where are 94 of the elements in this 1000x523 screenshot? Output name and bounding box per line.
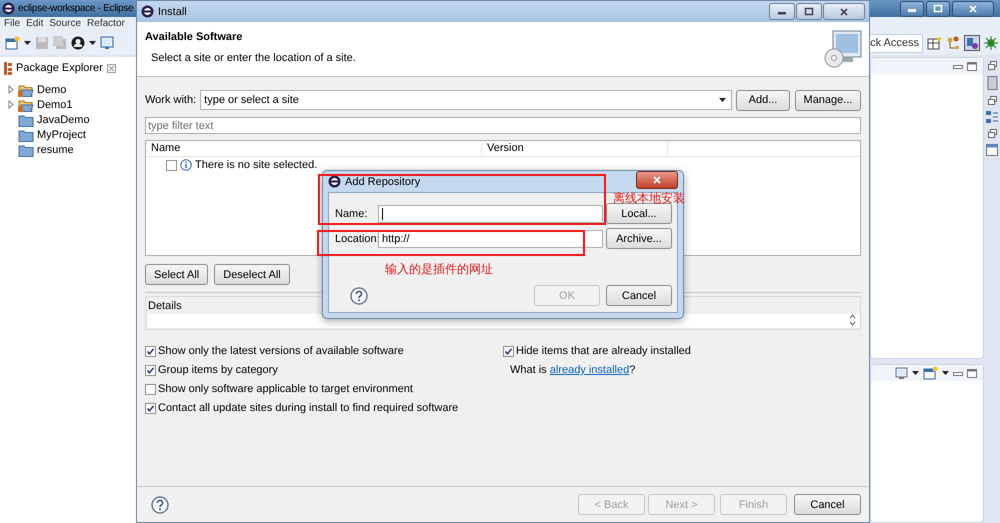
cancel-button[interactable]: Cancel [794, 494, 861, 515]
help-icon[interactable] [151, 496, 169, 514]
close-button[interactable] [636, 170, 678, 188]
deselect-all-button[interactable]: Deselect All [214, 264, 290, 285]
minimize-icon[interactable] [953, 370, 963, 376]
column-header[interactable]: Version [482, 141, 668, 156]
restore-icon [933, 4, 943, 13]
view-tab-title[interactable]: Package Explorer [16, 62, 103, 74]
package-explorer-icon [4, 62, 12, 74]
close-button[interactable] [823, 3, 865, 20]
annotation-text: 输入的是插件的网址 [385, 261, 493, 278]
install-monitor-icon [823, 28, 863, 68]
maximize-button[interactable] [796, 3, 822, 20]
checkbox[interactable] [145, 402, 156, 414]
column-header[interactable]: Name [146, 141, 482, 156]
tree-item[interactable]: JavaDemo [37, 114, 90, 126]
info-icon [180, 159, 192, 171]
checkbox[interactable] [503, 346, 514, 356]
debug-icon[interactable] [984, 36, 998, 50]
new-window-icon[interactable] [923, 366, 938, 380]
archive-button[interactable]: Archive... [606, 228, 672, 249]
maximize-button[interactable] [926, 0, 950, 16]
hierarchy-icon[interactable] [946, 36, 960, 50]
dropdown-caret-icon[interactable] [89, 41, 96, 45]
tree-item[interactable]: MyProject [37, 128, 86, 140]
local-button[interactable]: Local... [606, 203, 672, 224]
minimize-button[interactable] [900, 0, 924, 16]
checkbox-label[interactable]: Contact all update sites during install to find required software [158, 402, 458, 414]
folder-icon [18, 128, 34, 142]
folder-icon [18, 112, 34, 126]
folder-icon [18, 142, 34, 156]
cancel-button[interactable]: Cancel [606, 285, 672, 306]
java-project-icon [18, 98, 34, 112]
restore-icon[interactable] [988, 61, 996, 70]
window-icon[interactable] [986, 144, 998, 156]
java-project-icon [18, 82, 34, 96]
new-file-icon[interactable] [5, 36, 20, 50]
eclipse-logo-icon [328, 175, 341, 188]
close-icon[interactable] [839, 6, 849, 16]
restore-icon[interactable] [988, 129, 996, 138]
field-label: Work with: [145, 94, 196, 106]
user-icon[interactable] [71, 36, 85, 50]
checkbox-label[interactable]: Group items by category [158, 364, 278, 376]
server-icon[interactable] [986, 76, 998, 90]
checkbox-label[interactable]: Hide items that are already installed [516, 345, 691, 357]
open-perspective-icon[interactable] [927, 36, 942, 50]
window-title: eclipse-workspace - Eclipse [18, 3, 134, 14]
monitor-icon[interactable] [895, 367, 908, 379]
dropdown-caret-icon[interactable] [942, 371, 949, 375]
maximize-icon[interactable] [967, 62, 977, 70]
dialog-title: Install [158, 6, 187, 18]
monitor-icon[interactable] [100, 36, 114, 50]
filter-field[interactable]: type filter text [145, 117, 861, 134]
dropdown-caret-icon[interactable] [912, 371, 919, 375]
restore-icon[interactable] [988, 96, 996, 105]
dialog-title: Add Repository [345, 176, 420, 188]
minimize-button[interactable] [769, 3, 795, 20]
tree-item[interactable]: resume [37, 144, 74, 156]
dropdown-caret-icon [719, 98, 726, 102]
help-icon[interactable] [350, 286, 368, 304]
name-field[interactable] [378, 204, 603, 222]
checkbox[interactable] [145, 346, 156, 356]
site-combo-box[interactable]: type or select a site [200, 90, 732, 110]
checkbox-label[interactable]: Show only software applicable to target environment [158, 383, 413, 395]
menu-item[interactable]: Source [49, 17, 82, 31]
checkbox[interactable] [145, 364, 156, 376]
menu-item[interactable]: File [4, 17, 20, 31]
tree-item[interactable]: Demo [37, 84, 66, 96]
select-all-button[interactable]: Select All [145, 264, 208, 285]
menu-item[interactable]: Refactor [87, 17, 125, 31]
header-subtitle: Select a site or enter the location of a site. [150, 52, 356, 64]
outline-icon[interactable] [986, 111, 998, 123]
help-text: What is already installed? [509, 363, 636, 377]
scroll-arrows-icon[interactable] [849, 314, 856, 326]
field-label: Name: [335, 208, 368, 220]
minimize-icon[interactable] [953, 62, 963, 70]
eclipse-logo-icon [141, 5, 154, 18]
already-installed-link[interactable]: already installed [550, 364, 630, 376]
close-button[interactable] [952, 0, 994, 16]
add-button[interactable]: Add... [736, 90, 790, 110]
checkbox-label[interactable]: Show only the latest versions of available software [158, 345, 404, 357]
tree-item[interactable]: Demo1 [37, 98, 72, 110]
eclipse-logo-icon [2, 2, 15, 15]
manage-button[interactable]: Manage... [795, 90, 861, 110]
group-label: Details [148, 300, 183, 312]
java-perspective-icon[interactable] [964, 35, 980, 51]
maximize-icon [804, 7, 814, 16]
checkbox[interactable] [166, 160, 177, 170]
checkbox[interactable] [145, 384, 156, 394]
menu-item[interactable]: Edit [26, 17, 44, 31]
dropdown-caret-icon[interactable] [24, 41, 31, 45]
header-title: Available Software [145, 31, 244, 43]
maximize-icon[interactable] [967, 368, 977, 378]
table-cell: There is no site selected. [195, 159, 318, 171]
